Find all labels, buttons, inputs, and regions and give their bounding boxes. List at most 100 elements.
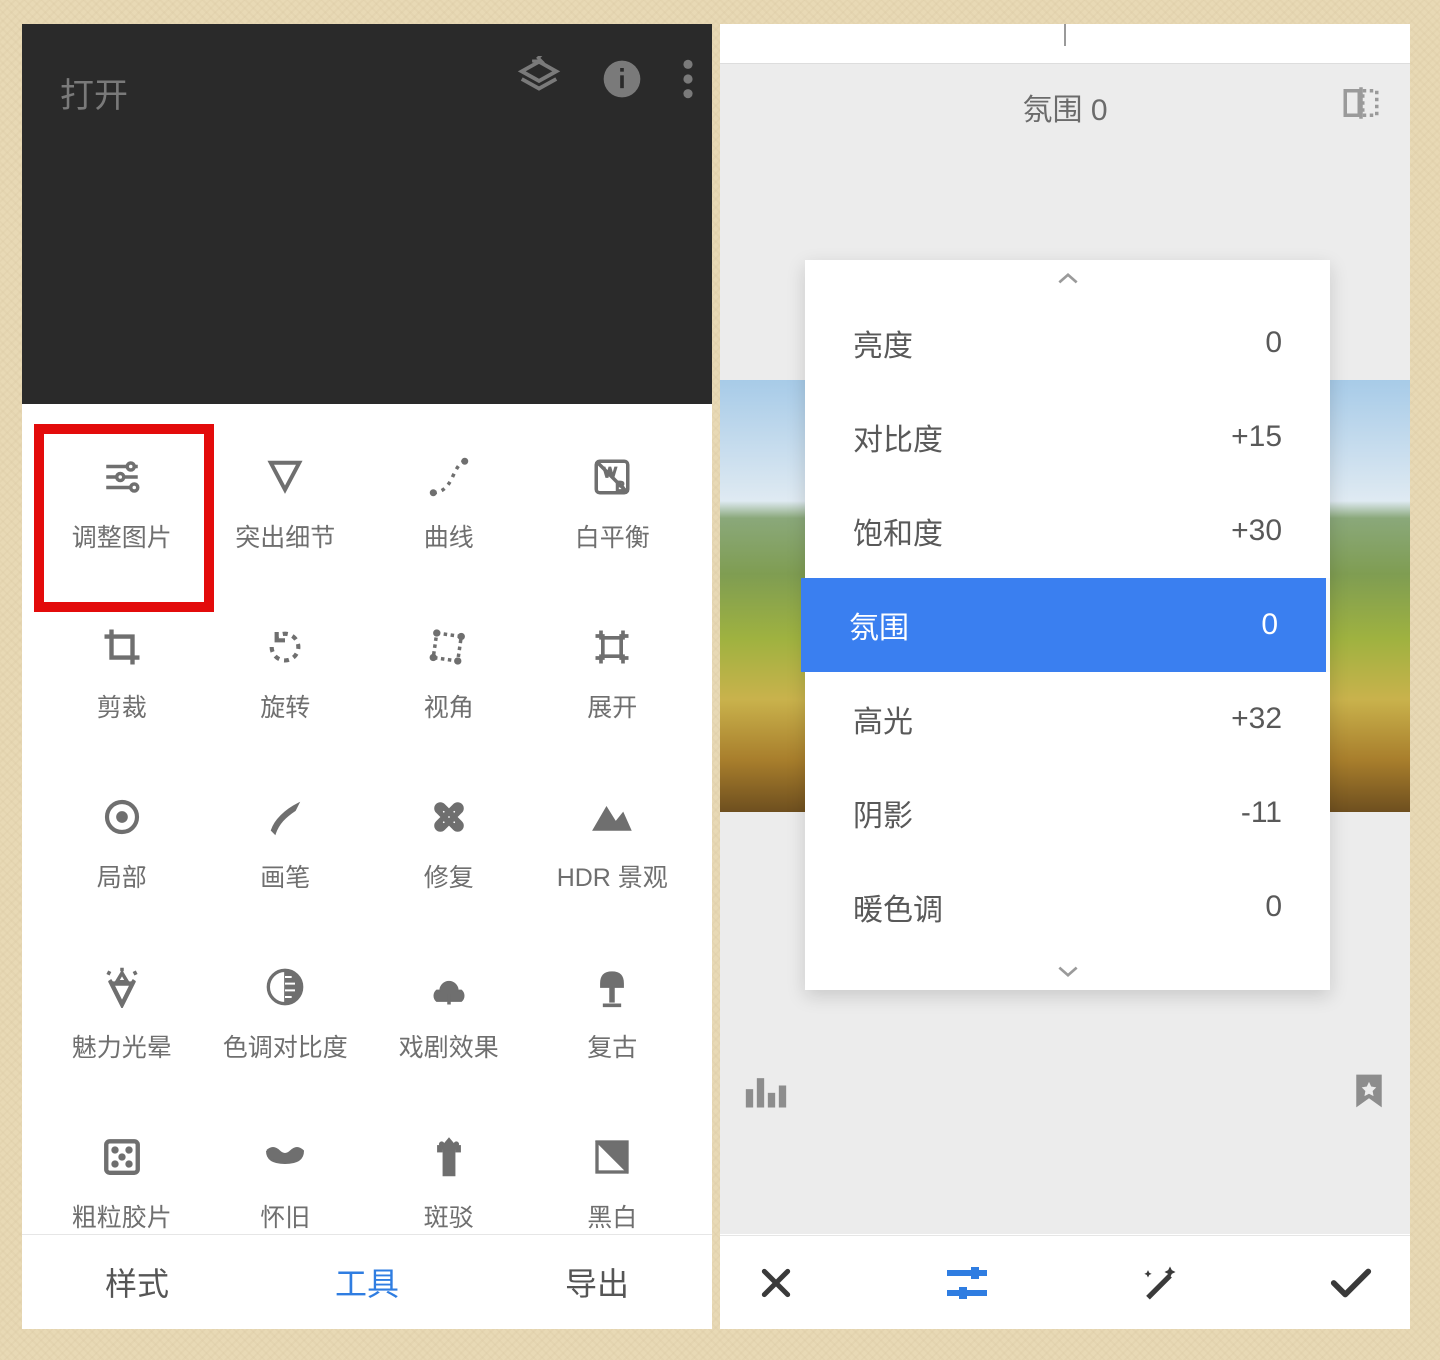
vintage-icon [593,965,631,1014]
tab-style[interactable]: 样式 [22,1235,252,1329]
tonal-icon [265,967,305,1012]
left-header: 打开 [22,24,712,404]
tool-brush[interactable]: 画笔 [204,774,368,934]
param-label: 对比度 [853,415,943,459]
param-label: 暖色调 [853,885,943,929]
param-value: 0 [1265,890,1282,924]
tool-label: 魅力光晕 [72,1028,172,1064]
histogram-icon[interactable] [744,1074,788,1113]
tab-tools[interactable]: 工具 [252,1235,482,1329]
tool-crop[interactable]: 剪裁 [40,604,204,764]
chevron-down-icon[interactable] [805,954,1330,990]
param-label: 亮度 [853,321,913,365]
open-button[interactable]: 打开 [60,68,128,117]
tool-vintage[interactable]: 复古 [531,944,695,1104]
tool-healing[interactable]: 修复 [367,774,531,934]
tool-expand[interactable]: 展开 [531,604,695,764]
tool-label: 斑驳 [424,1198,474,1234]
tune-icon [101,456,143,503]
param-label: 高光 [853,697,913,741]
param-value: -11 [1241,796,1282,830]
tool-label: 白平衡 [575,518,650,554]
bookmark-icon[interactable] [1352,1071,1386,1116]
apply-button[interactable] [1328,1265,1374,1301]
tool-tune[interactable]: 调整图片 [40,434,204,594]
param-row-warmth[interactable]: 暖色调 0 [805,860,1330,954]
tool-label: 粗粒胶片 [72,1198,172,1234]
tool-selective[interactable]: 局部 [40,774,204,934]
tool-label: 视角 [424,688,474,724]
param-label: 饱和度 [853,509,943,553]
canvas-toolbar [720,1046,1410,1140]
current-param-title: 氛围 0 [1022,85,1107,129]
param-value: +32 [1231,702,1282,736]
bottom-tabs: 样式 工具 导出 [22,1234,712,1329]
tool-label: 复古 [587,1028,637,1064]
glamour-icon [101,966,143,1013]
tool-label: 旋转 [260,688,310,724]
expand-icon [590,625,634,674]
param-row-saturation[interactable]: 饱和度 +30 [805,484,1330,578]
tool-label: 黑白 [587,1198,637,1234]
cancel-button[interactable] [756,1263,796,1303]
tool-perspective[interactable]: 视角 [367,604,531,764]
tool-label: 调整图片 [72,518,172,554]
tool-label: 色调对比度 [223,1028,348,1064]
tool-drama[interactable]: 戏剧效果 [367,944,531,1104]
tool-label: HDR 景观 [557,858,668,894]
tool-rotate[interactable]: 旋转 [204,604,368,764]
drama-icon [428,968,470,1011]
param-value: +15 [1231,420,1282,454]
action-bar [720,1235,1410,1329]
tool-label: 突出细节 [235,518,335,554]
compare-icon[interactable] [1340,82,1382,132]
param-value: +30 [1231,514,1282,548]
curves-icon [428,456,470,503]
edit-header: 氛围 0 [720,64,1410,150]
param-panel: 亮度 0 对比度 +15 饱和度 +30 氛围 0 高光 +32 [805,260,1330,990]
rotate-icon [265,627,305,672]
tool-hdr[interactable]: HDR 景观 [531,774,695,934]
tool-label: 戏剧效果 [399,1028,499,1064]
tune-icon[interactable] [943,1263,991,1303]
chevron-up-icon[interactable] [805,260,1330,296]
brush-icon [265,797,305,842]
tool-wb[interactable]: WB 白平衡 [531,434,695,594]
right-screen: 氛围 0 亮度 0 对比度 +15 饱和度 [720,24,1410,1329]
tab-export[interactable]: 导出 [482,1235,712,1329]
tool-label: 修复 [424,858,474,894]
slider-ruler[interactable] [720,24,1410,64]
param-row-shadows[interactable]: 阴影 -11 [805,766,1330,860]
tool-label: 画笔 [260,858,310,894]
info-icon[interactable] [600,57,644,106]
tool-label: 展开 [587,688,637,724]
tool-glamour[interactable]: 魅力光晕 [40,944,204,1104]
details-icon [266,458,304,501]
param-label: 氛围 [849,603,909,647]
tool-label: 局部 [97,858,147,894]
tool-label: 曲线 [424,518,474,554]
param-row-brightness[interactable]: 亮度 0 [805,296,1330,390]
grunge-icon [431,1135,467,1184]
tool-details[interactable]: 突出细节 [204,434,368,594]
selective-icon [102,797,142,842]
tool-label: 怀旧 [260,1198,310,1234]
more-icon[interactable] [682,57,694,106]
edit-canvas[interactable]: 亮度 0 对比度 +15 饱和度 +30 氛围 0 高光 +32 [720,150,1410,1234]
tool-tonal[interactable]: 色调对比度 [204,944,368,1104]
param-row-highlights[interactable]: 高光 +32 [805,672,1330,766]
layers-icon[interactable] [516,56,562,107]
param-value: 0 [1261,608,1278,642]
perspective-icon [428,626,470,673]
magic-icon[interactable] [1137,1261,1181,1305]
svg-text:B: B [616,478,625,494]
param-row-ambiance[interactable]: 氛围 0 [801,578,1326,672]
wb-icon: WB [591,456,633,503]
param-label: 阴影 [853,791,913,835]
param-row-contrast[interactable]: 对比度 +15 [805,390,1330,484]
healing-icon [428,796,470,843]
crop-icon [101,626,143,673]
tool-grid: 调整图片 突出细节 曲线 WB 白平衡 剪裁 旋转 [22,404,712,1274]
tool-curves[interactable]: 曲线 [367,434,531,594]
bw-icon [592,1137,632,1182]
